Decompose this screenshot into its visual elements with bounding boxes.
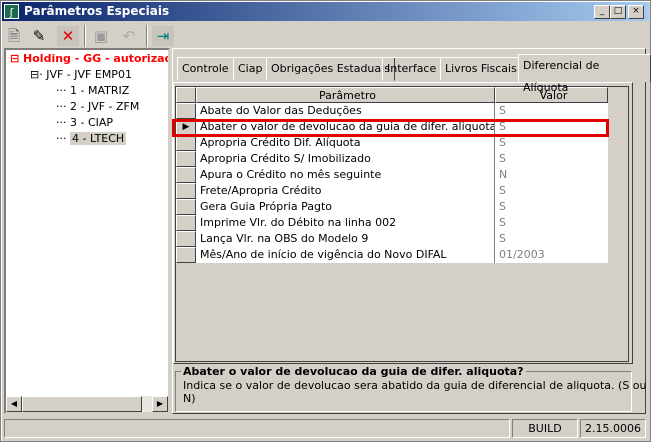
header-indicator xyxy=(176,87,196,103)
param-cell[interactable]: Gera Guia Própria Pagto xyxy=(196,199,495,215)
app-icon: ʃ xyxy=(4,4,19,19)
row-indicator[interactable] xyxy=(176,199,196,215)
toolbar-separator xyxy=(84,25,86,47)
tree-node-holding[interactable]: ⊟ Holding - GG - autorizada xyxy=(10,52,168,65)
param-cell[interactable]: Mês/Ano de início de vigência do Novo DI… xyxy=(196,247,495,263)
row-indicator[interactable] xyxy=(176,231,196,247)
delete-icon[interactable]: ✕ xyxy=(57,26,79,46)
version-label: 2.15.0006 xyxy=(580,419,646,438)
highlight-box xyxy=(172,119,609,137)
tree-node-branch-selected[interactable]: ··· 4 - LTECH xyxy=(56,132,127,145)
scroll-right-button[interactable]: ▶ xyxy=(152,396,168,412)
edit-icon[interactable]: ✎ xyxy=(28,26,50,46)
close-button[interactable]: × xyxy=(628,5,644,19)
table-row[interactable]: Apropria Crédito Dif. Alíquota S xyxy=(176,135,608,151)
description-title: Abater o valor de devolucao da guia de d… xyxy=(181,365,526,378)
value-cell[interactable]: S xyxy=(495,103,608,119)
minimize-button[interactable]: _ xyxy=(594,5,610,19)
maximize-button[interactable]: □ xyxy=(610,5,626,19)
column-header-parametro[interactable]: Parâmetro xyxy=(196,87,495,103)
table-row[interactable]: Apura o Crédito no mês seguinte N xyxy=(176,167,608,183)
new-icon[interactable]: 🗎 xyxy=(3,26,25,46)
table-row[interactable]: Abate do Valor das Deduções S xyxy=(176,103,608,119)
row-indicator[interactable] xyxy=(176,167,196,183)
company-tree[interactable]: ⊟ Holding - GG - autorizada ⊟· JVF - JVF… xyxy=(4,48,170,414)
table-row[interactable]: Gera Guia Própria Pagto S xyxy=(176,199,608,215)
exit-icon[interactable]: ⇥ xyxy=(152,26,174,46)
value-cell[interactable]: S xyxy=(495,231,608,247)
table-row[interactable]: Imprime Vlr. do Débito na linha 002 S xyxy=(176,215,608,231)
table-row[interactable]: Frete/Apropria Crédito S xyxy=(176,183,608,199)
param-cell[interactable]: Apropria Crédito Dif. Alíquota xyxy=(196,135,495,151)
tab-controle[interactable]: Controle xyxy=(177,57,234,81)
param-cell[interactable]: Apropria Crédito S/ Imobilizado xyxy=(196,151,495,167)
param-cell[interactable]: Lança Vlr. na OBS do Modelo 9 xyxy=(196,231,495,247)
row-indicator[interactable] xyxy=(176,247,196,263)
param-cell[interactable]: Abate do Valor das Deduções xyxy=(196,103,495,119)
tab-obrigacoes-estaduais[interactable]: Obrigações Estaduais xyxy=(266,57,395,81)
tab-ciap[interactable]: Ciap xyxy=(233,57,268,81)
row-indicator[interactable] xyxy=(176,215,196,231)
param-cell[interactable]: Apura o Crédito no mês seguinte xyxy=(196,167,495,183)
table-row[interactable]: Apropria Crédito S/ Imobilizado S xyxy=(176,151,608,167)
row-indicator[interactable] xyxy=(176,183,196,199)
param-cell[interactable]: Frete/Apropria Crédito xyxy=(196,183,495,199)
title-bar: Parâmetros Especiais xyxy=(2,2,649,21)
value-cell[interactable]: N xyxy=(495,167,608,183)
toolbar-separator xyxy=(146,25,148,47)
value-cell[interactable]: S xyxy=(495,183,608,199)
scroll-thumb[interactable] xyxy=(22,396,142,412)
row-indicator[interactable] xyxy=(176,151,196,167)
window-title: Parâmetros Especiais xyxy=(24,4,170,18)
param-cell[interactable]: Imprime Vlr. do Débito na linha 002 xyxy=(196,215,495,231)
tab-interface[interactable]: Interface xyxy=(382,57,442,81)
value-cell[interactable]: 01/2003 xyxy=(495,247,608,263)
description-text: Indica se o valor de devolucao sera abat… xyxy=(183,379,647,405)
tree-node-branch[interactable]: ··· 3 - CIAP xyxy=(56,116,113,129)
value-cell[interactable]: S xyxy=(495,215,608,231)
table-row[interactable]: Lança Vlr. na OBS do Modelo 9S xyxy=(176,231,608,247)
tab-livros-fiscais[interactable]: Livros Fiscais xyxy=(440,57,522,81)
undo-icon[interactable]: ↶ xyxy=(118,26,140,46)
tree-node-branch[interactable]: ··· 2 - JVF - ZFM xyxy=(56,100,139,113)
status-panel xyxy=(4,419,510,438)
row-indicator[interactable] xyxy=(176,103,196,119)
tree-node-company[interactable]: ⊟· JVF - JVF EMP01 xyxy=(30,68,132,81)
value-cell[interactable]: S xyxy=(495,151,608,167)
value-cell[interactable]: S xyxy=(495,199,608,215)
row-indicator[interactable] xyxy=(176,135,196,151)
tree-node-branch[interactable]: ··· 1 - MATRIZ xyxy=(56,84,129,97)
value-cell[interactable]: S xyxy=(495,135,608,151)
build-label: BUILD xyxy=(512,419,578,438)
scroll-left-button[interactable]: ◀ xyxy=(6,396,22,412)
save-icon[interactable]: ▣ xyxy=(90,26,112,46)
tab-diferencial-de-aliquota[interactable]: Diferencial de Alíquota xyxy=(518,54,651,94)
table-row[interactable]: Mês/Ano de início de vigência do Novo DI… xyxy=(176,247,608,263)
